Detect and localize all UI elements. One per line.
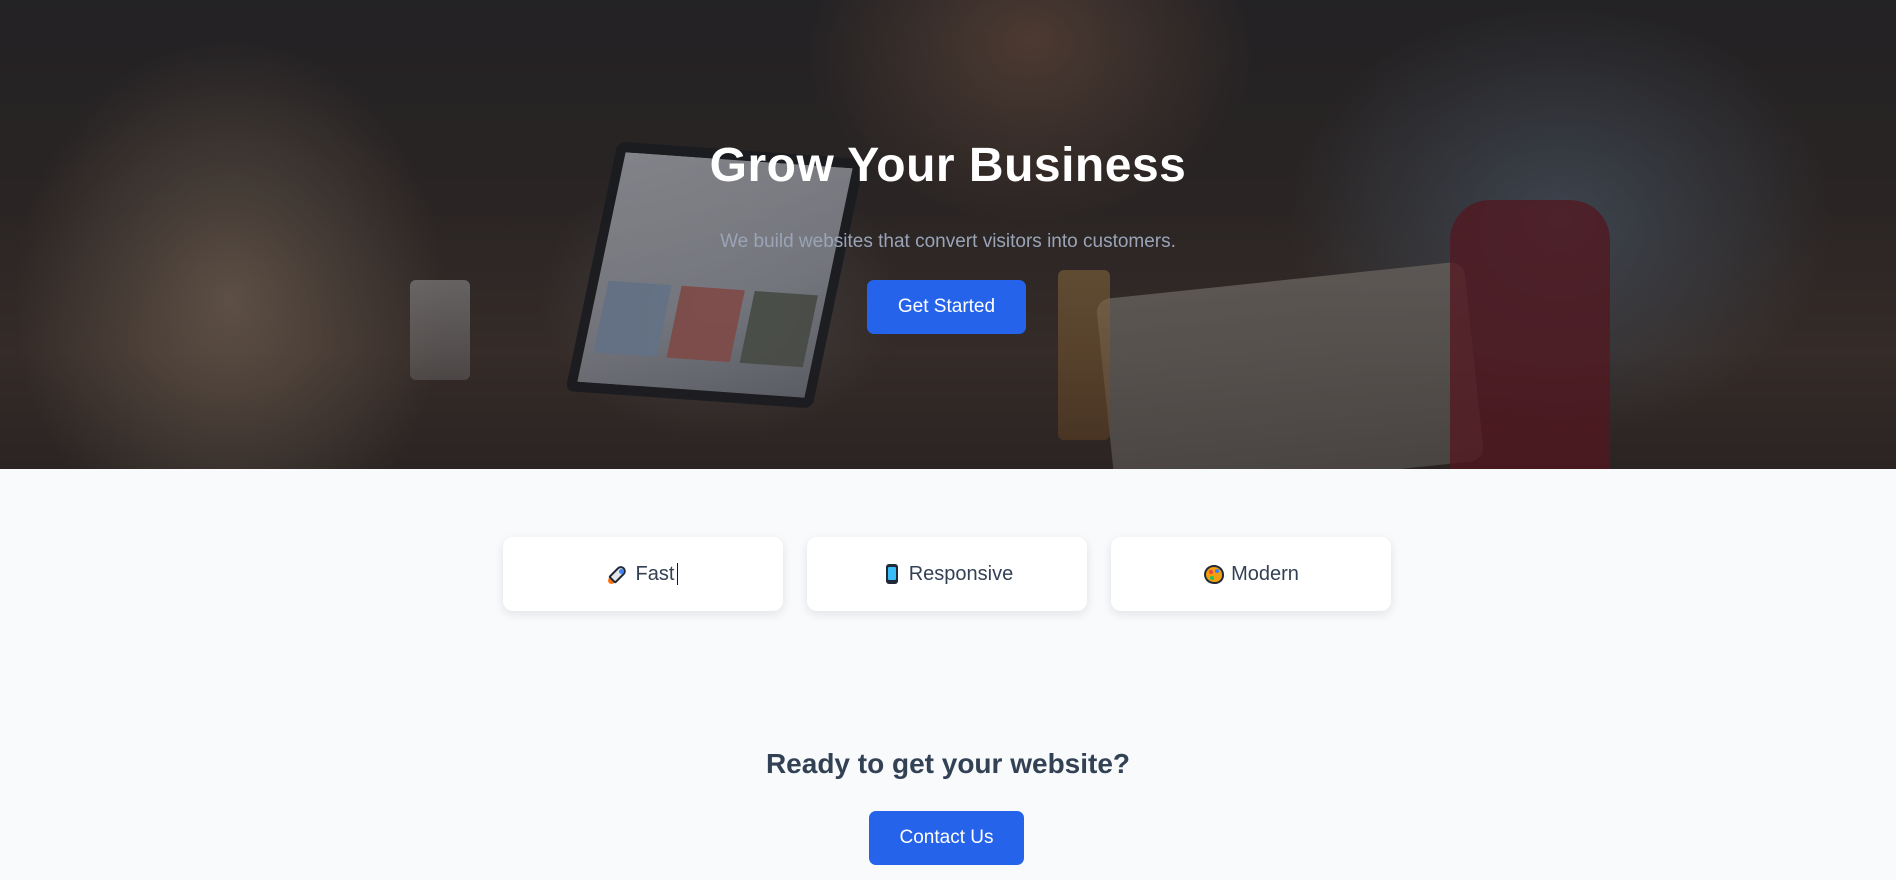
hero-subtitle: We build websites that convert visitors … bbox=[720, 231, 1176, 252]
hero-section: Grow Your Business We build websites tha… bbox=[0, 0, 1896, 469]
feature-label: Fast bbox=[635, 562, 675, 585]
feature-card-responsive: Responsive bbox=[807, 537, 1087, 611]
palette-icon bbox=[1203, 563, 1225, 585]
feature-label: Modern bbox=[1231, 562, 1299, 585]
feature-card-fast: Fast bbox=[503, 537, 783, 611]
hero-title: Grow Your Business bbox=[709, 139, 1187, 192]
features-section: Fast Responsive Modern bbox=[0, 537, 1896, 611]
contact-us-button[interactable]: Contact Us bbox=[869, 811, 1024, 865]
get-started-button[interactable]: Get Started bbox=[867, 280, 1026, 334]
feature-label: Responsive bbox=[908, 562, 1014, 585]
hero-content: Grow Your Business We build websites tha… bbox=[0, 0, 1896, 469]
text-cursor bbox=[677, 563, 679, 585]
feature-card-modern: Modern bbox=[1111, 537, 1391, 611]
rocket-icon bbox=[607, 563, 630, 585]
cta-title: Ready to get your website? bbox=[765, 748, 1131, 779]
mobile-phone-icon bbox=[881, 563, 903, 585]
